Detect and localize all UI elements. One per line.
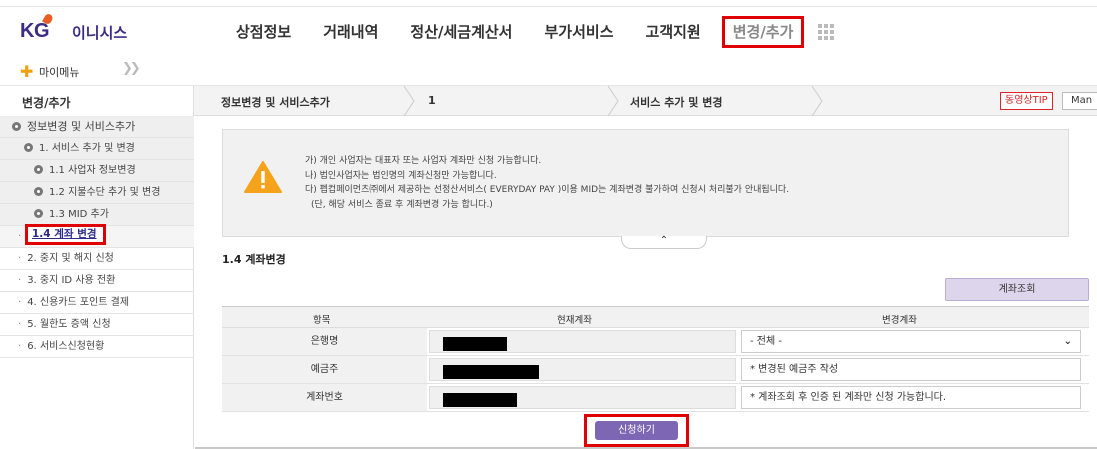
sidebar-item-label: 5. 월한도 증액 신청: [27, 319, 111, 330]
account-number-input[interactable]: * 계좌조회 후 인증 된 계좌만 신청 가능합니다.: [741, 386, 1081, 409]
circle-bullet-icon: [12, 122, 21, 131]
holder-input[interactable]: * 변경된 예금주 작성: [741, 358, 1081, 381]
sidebar-group[interactable]: 정보변경 및 서비스추가: [0, 116, 194, 138]
breadcrumb: 변경/추가 정보변경 및 서비스추가 1 서비스 추가 및 변경 동영상TIP …: [0, 85, 1097, 117]
redacted-block: [443, 337, 507, 351]
circle-bullet-icon: [24, 143, 33, 152]
chevron-down-icon: ⌄: [1063, 336, 1072, 347]
col-header-new: 변경계좌: [882, 315, 917, 326]
sidebar-item-account-change[interactable]: · 1.4 계좌 변경: [0, 224, 194, 248]
current-account-field: [429, 386, 736, 409]
dot-bullet-icon: ·: [18, 341, 22, 352]
row-label: 예금주: [222, 356, 427, 383]
notice-line: 가) 개인 사업자는 대표자 또는 사업자 계좌만 신청 가능합니다.: [305, 156, 542, 166]
sidebar-item-mid-add[interactable]: 1.3 MID 추가: [0, 204, 194, 226]
logo-kg-text: KG: [20, 20, 50, 42]
dot-bullet-icon: ·: [18, 319, 22, 330]
grid-icon[interactable]: [818, 24, 835, 40]
table-row-bank: 은행명 - 전체 - ⌄: [222, 328, 1089, 356]
table-header: 항목 현재계좌 변경계좌: [222, 306, 1089, 328]
bank-select[interactable]: - 전체 - ⌄: [741, 330, 1081, 353]
notice-line: 다) 펩컵페이먼츠㈜에서 제공하는 선정산서비스( EVERYDAY PAY )…: [305, 185, 790, 195]
breadcrumb-separator-icon: [606, 85, 620, 117]
nav-settlement-tax[interactable]: 정산/세금계산서: [410, 14, 512, 50]
submit-highlight: 신청하기: [584, 414, 689, 447]
breadcrumb-step-service[interactable]: 서비스 추가 및 변경: [630, 94, 722, 110]
account-number-placeholder: * 계좌조회 후 인증 된 계좌만 신청 가능합니다.: [750, 392, 947, 403]
row-label: 은행명: [222, 328, 427, 355]
nav-value-added[interactable]: 부가서비스: [545, 14, 614, 50]
sidebar-group-label: 정보변경 및 서비스추가: [27, 120, 136, 133]
breadcrumb-step-number[interactable]: 1: [428, 94, 436, 107]
manual-button[interactable]: Man: [1062, 92, 1097, 110]
sidebar-item-label-active[interactable]: 1.4 계좌 변경: [25, 224, 106, 245]
dot-bullet-icon: ·: [18, 231, 22, 242]
my-menu-bar: ✚ 마이메뉴 ❯❯: [0, 56, 1097, 86]
col-header-item: 항목: [313, 315, 331, 326]
sidebar-item-business-info[interactable]: 1.1 사업자 정보변경: [0, 160, 194, 182]
page-title: 1.4 계좌변경: [222, 253, 286, 266]
notice-line: (단, 해당 서비스 종료 후 계좌변경 가능 합니다.): [311, 199, 493, 210]
col-header-current: 현재계좌: [557, 315, 592, 326]
redacted-block: [443, 365, 539, 379]
breadcrumb-separator-icon: [810, 85, 824, 117]
redacted-block: [443, 393, 517, 407]
section-title: 변경/추가: [0, 86, 194, 116]
notice-box: 가) 개인 사업자는 대표자 또는 사업자 계좌만 신청 가능합니다. 나) 법…: [222, 129, 1069, 237]
main-nav: 상점정보 거래내역 정산/세금계산서 부가서비스 고객지원 변경/추가: [236, 14, 835, 50]
row-label: 계좌번호: [222, 384, 427, 411]
nav-support[interactable]: 고객지원: [646, 14, 701, 50]
sidebar-item-label: 1. 서비스 추가 및 변경: [39, 143, 135, 154]
sidebar-item-card-points[interactable]: · 4. 신용카드 포인트 결제: [0, 292, 194, 314]
table-row-account-number: 계좌번호 * 계좌조회 후 인증 된 계좌만 신청 가능합니다.: [222, 384, 1089, 412]
sidebar-item-label: 1.1 사업자 정보변경: [49, 165, 136, 176]
circle-bullet-icon: [34, 165, 43, 174]
sidebar-item-label: 3. 중지 ID 사용 전환: [27, 275, 116, 286]
bank-select-value: - 전체 -: [750, 336, 782, 347]
sidebar-item-label: 4. 신용카드 포인트 결제: [27, 297, 130, 308]
dot-bullet-icon: ·: [18, 275, 22, 286]
main-content: 가) 개인 사업자는 대표자 또는 사업자 계좌만 신청 가능합니다. 나) 법…: [195, 116, 1097, 449]
dot-bullet-icon: ·: [18, 253, 22, 264]
sidebar: 정보변경 및 서비스추가 1. 서비스 추가 및 변경 1.1 사업자 정보변경…: [0, 116, 194, 449]
collapse-toggle[interactable]: ⌃: [621, 236, 707, 249]
my-menu-label[interactable]: 마이메뉴: [39, 64, 79, 80]
chevron-up-icon: ⌃: [659, 235, 669, 246]
current-holder-field: [429, 358, 736, 381]
account-lookup-button[interactable]: 계좌조회: [945, 278, 1089, 301]
nav-transactions[interactable]: 거래내역: [323, 14, 378, 50]
circle-bullet-icon: [34, 187, 43, 196]
current-bank-field: [429, 330, 736, 353]
sidebar-item-monthly-limit[interactable]: · 5. 월한도 증액 신청: [0, 314, 194, 336]
video-tip-button[interactable]: 동영상TIP: [1000, 92, 1053, 110]
header-divider: [0, 6, 1097, 7]
notice-line: 나) 법인사업자는 법인명의 계좌신청만 가능합니다.: [305, 170, 497, 181]
breadcrumb-step-info-change[interactable]: 정보변경 및 서비스추가: [221, 94, 330, 110]
sidebar-item-label: 1.2 지불수단 추가 및 변경: [49, 187, 161, 198]
warning-icon: [244, 161, 282, 193]
sidebar-item-label: 1.3 MID 추가: [49, 209, 109, 220]
notice-text: 가) 개인 사업자는 대표자 또는 사업자 계좌만 신청 가능합니다. 나) 법…: [305, 154, 789, 212]
sidebar-item-service-change[interactable]: 1. 서비스 추가 및 변경: [0, 138, 194, 160]
plus-icon[interactable]: ✚: [20, 62, 33, 81]
nav-store-info[interactable]: 상점정보: [236, 14, 291, 50]
circle-bullet-icon: [34, 209, 43, 218]
double-chevron-icon[interactable]: ❯❯: [122, 61, 141, 76]
submit-button[interactable]: 신청하기: [595, 421, 678, 440]
top-header: KG 이니시스 상점정보 거래내역 정산/세금계산서 부가서비스 고객지원 변경…: [0, 0, 1097, 56]
breadcrumb-separator-icon: [402, 85, 416, 117]
holder-placeholder: * 변경된 예금주 작성: [750, 364, 839, 375]
sidebar-item-suspended-id[interactable]: · 3. 중지 ID 사용 전환: [0, 270, 194, 292]
nav-change-add[interactable]: 변경/추가: [721, 16, 805, 48]
logo-brand-text: 이니시스: [72, 24, 128, 42]
sidebar-item-payment-method[interactable]: 1.2 지불수단 추가 및 변경: [0, 182, 194, 204]
sidebar-item-suspend-cancel[interactable]: · 2. 중지 및 해지 신청: [0, 248, 194, 270]
dot-bullet-icon: ·: [18, 297, 22, 308]
sidebar-item-label: 2. 중지 및 해지 신청: [27, 253, 114, 264]
table-row-holder: 예금주 * 변경된 예금주 작성: [222, 356, 1089, 384]
sidebar-item-label: 6. 서비스신청현황: [27, 341, 105, 352]
sidebar-item-request-status[interactable]: · 6. 서비스신청현황: [0, 336, 194, 358]
